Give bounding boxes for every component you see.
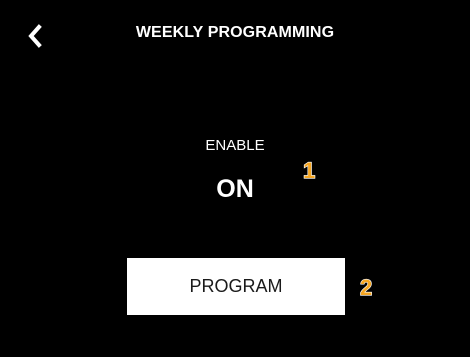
callout-marker-1: 1 <box>302 158 316 183</box>
page-title: WEEKLY PROGRAMMING <box>135 24 335 41</box>
device-screen: WEEKLY PROGRAMMING ENABLE ON PROGRAM 1 2 <box>0 0 470 357</box>
program-button-label: PROGRAM <box>189 276 283 296</box>
callout-marker-2: 2 <box>359 275 373 300</box>
program-button[interactable]: PROGRAM <box>127 258 345 315</box>
enable-label: ENABLE <box>205 137 265 154</box>
enable-toggle-value[interactable]: ON <box>0 175 470 204</box>
